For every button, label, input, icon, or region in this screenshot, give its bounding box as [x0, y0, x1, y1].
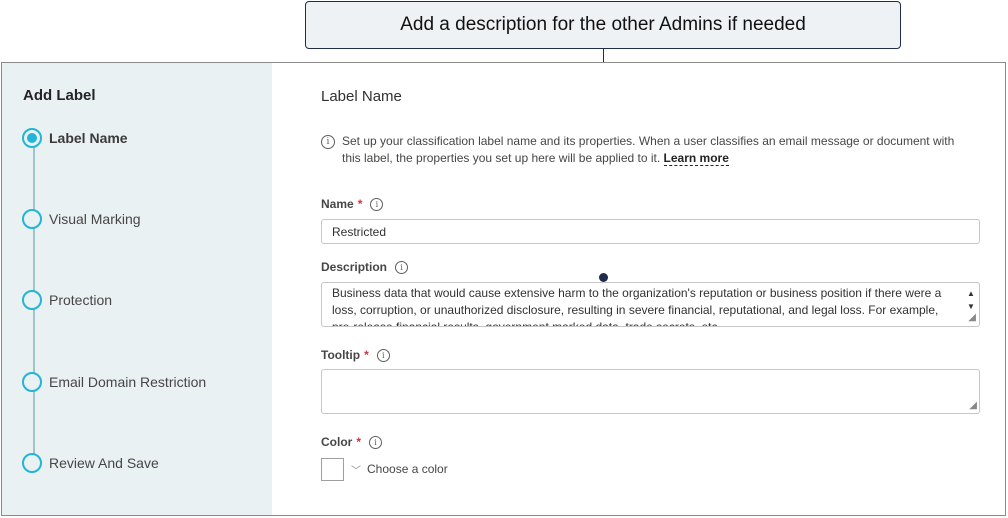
description-text: Business data that would cause extensive… — [332, 286, 942, 327]
page-title: Label Name — [321, 88, 402, 105]
info-icon[interactable]: i — [370, 197, 384, 211]
resize-grip-icon[interactable]: ◢ — [969, 401, 977, 411]
color-swatch[interactable] — [321, 458, 344, 481]
step-protection[interactable]: Protection — [22, 288, 112, 312]
step-visual-marking[interactable]: Visual Marking — [22, 207, 141, 231]
info-icon[interactable]: i — [369, 435, 383, 449]
required-asterisk: * — [364, 348, 369, 362]
description-label-text: Description — [321, 260, 388, 274]
label-form: Label Name i Set up your classification … — [321, 63, 981, 515]
add-label-panel: Add Label Label Name Visual Marking Prot… — [1, 62, 1006, 516]
step-active-indicator — [22, 128, 42, 148]
step-label: Review And Save — [49, 455, 159, 471]
step-indicator — [22, 453, 42, 473]
wizard-sidebar: Add Label Label Name Visual Marking Prot… — [2, 63, 272, 515]
step-review-and-save[interactable]: Review And Save — [22, 451, 159, 475]
step-indicator — [22, 290, 42, 310]
choose-color-dropdown[interactable]: Choose a color — [367, 462, 448, 476]
color-label-text: Color — [321, 435, 353, 449]
step-label: Protection — [49, 292, 113, 308]
info-description: i Set up your classification label name … — [321, 133, 971, 167]
learn-more-link[interactable]: Learn more — [663, 151, 729, 166]
step-email-domain-restriction[interactable]: Email Domain Restriction — [22, 370, 206, 394]
name-field-label: Name * i — [321, 197, 384, 211]
info-icon[interactable]: i — [395, 260, 409, 274]
tooltip-field-label: Tooltip * i — [321, 348, 390, 362]
tooltip-label-text: Tooltip — [321, 348, 361, 362]
chevron-down-icon[interactable]: ﹀ — [351, 462, 361, 477]
callout-pointer-dot — [599, 273, 608, 282]
callout-annotation: Add a description for the other Admins i… — [305, 1, 901, 49]
info-icon: i — [321, 135, 335, 149]
info-icon[interactable]: i — [376, 348, 390, 362]
name-input[interactable]: Restricted — [321, 219, 980, 244]
description-textarea[interactable]: Business data that would cause extensive… — [321, 282, 980, 327]
info-text-wrapper: Set up your classification label name an… — [342, 133, 971, 167]
step-label-name[interactable]: Label Name — [22, 126, 128, 150]
wizard-title: Add Label — [23, 87, 96, 104]
step-indicator — [22, 209, 42, 229]
description-scrollbar[interactable]: ▲ ▼ ◢ — [964, 284, 978, 325]
required-asterisk: * — [357, 197, 363, 211]
step-label: Visual Marking — [49, 211, 141, 227]
tooltip-textarea[interactable]: ◢ — [321, 369, 980, 414]
info-text: Set up your classification label name an… — [342, 134, 955, 165]
required-asterisk: * — [356, 435, 362, 449]
description-field-label: Description i — [321, 260, 409, 274]
step-label: Email Domain Restriction — [49, 374, 207, 390]
resize-grip-icon[interactable]: ◢ — [968, 313, 976, 323]
color-field-label: Color * i — [321, 435, 383, 449]
step-indicator — [22, 372, 42, 392]
name-label-text: Name — [321, 197, 354, 211]
step-label: Label Name — [49, 130, 128, 146]
